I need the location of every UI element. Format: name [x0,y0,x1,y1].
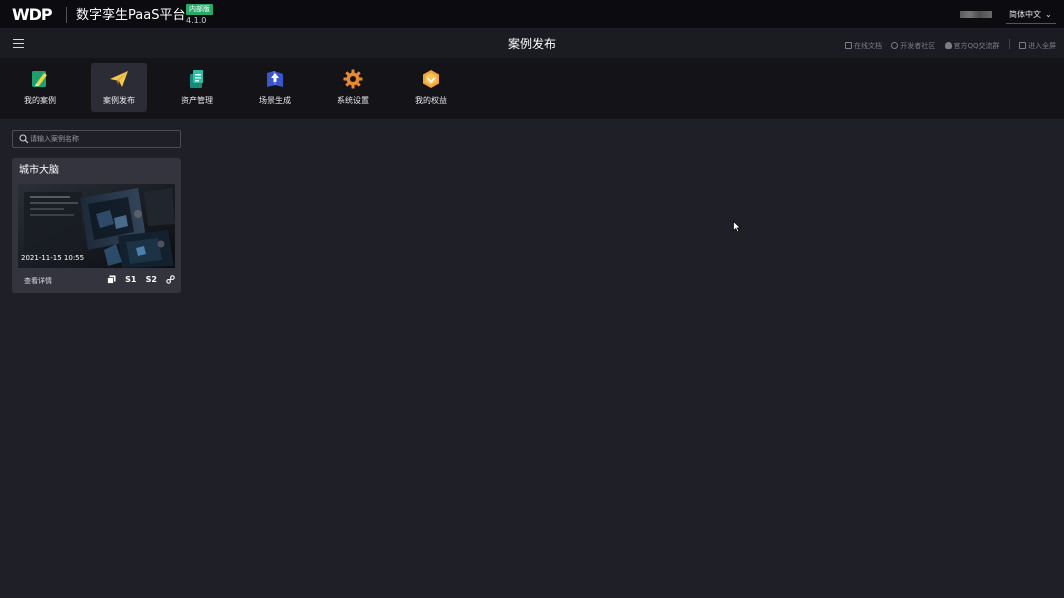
language-select[interactable]: 简体中文 ⌄ [1009,9,1052,21]
header-links: 在线文档 开发者社区 官方QQ交流群 进入全屏 [838,39,1056,51]
language-underline [1006,23,1056,24]
scene-generate-icon [267,70,283,87]
tool-label: 系统设置 [337,96,369,105]
tool-label: 我的案例 [24,96,56,105]
copy-button[interactable] [107,274,116,286]
case-card[interactable]: 城市大脑 2021-11-15 10:55 查看详情 S1 S2 [12,158,181,293]
publish-s1-button[interactable]: S1 [125,274,136,286]
case-card-footer: 查看详情 S1 S2 [12,272,181,291]
tool-system-settings[interactable]: 系统设置 [325,63,381,112]
case-search[interactable] [12,130,181,148]
tool-case-publish[interactable]: 案例发布 [91,63,147,112]
version-label: 4.1.0 [186,16,207,25]
wdp-logo[interactable]: WDP [12,6,53,24]
logo-divider [66,7,67,23]
my-cases-icon [32,71,47,87]
paper-plane-icon [110,71,128,87]
tool-scene-generation[interactable]: 场景生成 [247,63,303,112]
view-details-link[interactable]: 查看详情 [24,277,52,286]
publish-s2-button[interactable]: S2 [146,274,157,286]
module-toolbar: 我的案例 案例发布 资产管理 场景生成 系统设置 我的权益 [0,58,1064,119]
fullscreen-link[interactable]: 进入全屏 [1019,41,1056,51]
community-link[interactable]: 开发者社区 [891,41,935,51]
fullscreen-icon [1019,42,1026,49]
edition-badge: 内部版 [186,4,213,15]
asset-icon [190,70,203,88]
links-divider [1008,39,1010,49]
share-link-button[interactable] [166,274,175,286]
community-link-label: 开发者社区 [900,42,936,50]
case-date: 2021-11-15 10:55 [21,254,85,262]
case-thumbnail[interactable]: 2021-11-15 10:55 [18,184,175,268]
copy-icon [107,275,116,284]
tool-label: 场景生成 [259,96,291,105]
user-name[interactable] [960,11,992,18]
sub-header: 案例发布 在线文档 开发者社区 官方QQ交流群 进入全屏 [0,30,1064,58]
case-title: 城市大脑 [19,165,59,176]
tool-label: 案例发布 [103,96,135,105]
search-icon [19,134,29,144]
tool-my-rights[interactable]: 我的权益 [403,63,459,112]
case-actions: S1 S2 [103,274,175,286]
rights-icon [423,70,439,88]
tool-label: 我的权益 [415,96,447,105]
tool-label: 资产管理 [181,96,213,105]
chevron-down-icon: ⌄ [1045,10,1052,19]
qq-group-link-label: 官方QQ交流群 [953,42,1000,50]
document-icon [845,42,853,49]
mouse-cursor-icon [733,221,741,233]
link-icon [166,275,175,284]
gear-icon [343,69,363,89]
tool-my-cases[interactable]: 我的案例 [12,63,68,112]
qq-icon [944,42,952,49]
fullscreen-link-label: 进入全屏 [1028,42,1056,50]
qq-group-link[interactable]: 官方QQ交流群 [944,41,1000,51]
language-label: 简体中文 [1009,10,1041,19]
docs-link[interactable]: 在线文档 [845,41,882,51]
search-input[interactable] [30,132,178,146]
tool-asset-management[interactable]: 资产管理 [169,63,225,112]
top-bar: WDP 数字孪生PaaS平台 内部版 4.1.0 简体中文 ⌄ [0,0,1064,29]
community-icon [891,42,899,49]
docs-link-label: 在线文档 [854,42,883,50]
app-title: 数字孪生PaaS平台 [76,8,186,23]
